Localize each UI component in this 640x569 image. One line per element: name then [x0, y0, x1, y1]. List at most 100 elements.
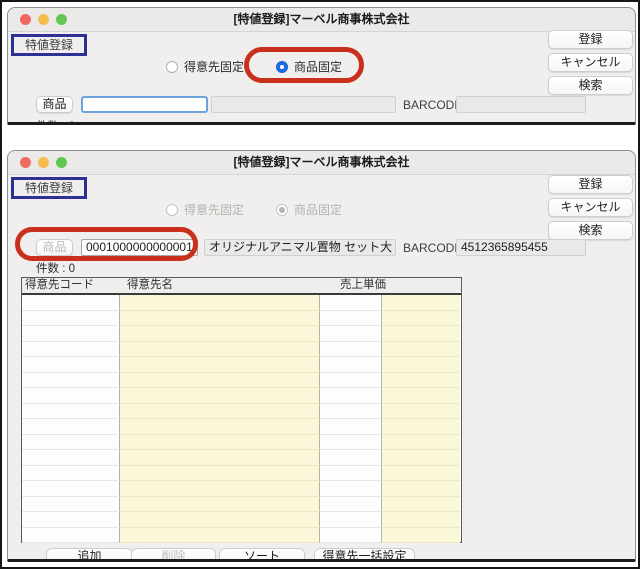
table-cell[interactable] — [120, 295, 320, 311]
radio-circle-icon[interactable] — [166, 61, 178, 73]
table-cell[interactable] — [382, 373, 460, 389]
table-cell[interactable] — [22, 373, 120, 389]
table-row[interactable] — [22, 512, 461, 528]
table-cell[interactable] — [320, 357, 382, 373]
add-button[interactable]: 追加 — [46, 548, 133, 562]
table-cell[interactable] — [320, 435, 382, 451]
table-cell[interactable] — [382, 512, 460, 528]
register-button[interactable]: 登録 — [548, 175, 633, 194]
table-cell[interactable] — [120, 528, 320, 544]
close-icon[interactable] — [20, 14, 31, 25]
minimize-icon[interactable] — [38, 157, 49, 168]
table-cell[interactable] — [320, 497, 382, 513]
table-cell[interactable] — [320, 404, 382, 420]
table-cell[interactable] — [382, 388, 460, 404]
table-cell[interactable] — [120, 326, 320, 342]
table-row[interactable] — [22, 450, 461, 466]
table-cell[interactable] — [22, 497, 120, 513]
table-row[interactable] — [22, 373, 461, 389]
table-cell[interactable] — [320, 326, 382, 342]
table-cell[interactable] — [22, 311, 120, 327]
table-cell[interactable] — [382, 497, 460, 513]
table-cell[interactable] — [382, 326, 460, 342]
table-row[interactable] — [22, 295, 461, 311]
search-button[interactable]: 検索 — [548, 221, 633, 240]
register-button[interactable]: 登録 — [548, 30, 633, 49]
table-cell[interactable] — [320, 528, 382, 544]
table-cell[interactable] — [22, 388, 120, 404]
table-cell[interactable] — [382, 342, 460, 358]
table-cell[interactable] — [320, 481, 382, 497]
table-cell[interactable] — [382, 466, 460, 482]
zoom-icon[interactable] — [56, 157, 67, 168]
table-cell[interactable] — [382, 435, 460, 451]
table-row[interactable] — [22, 497, 461, 513]
sort-button[interactable]: ソート — [219, 548, 305, 562]
product-code-input[interactable] — [81, 96, 208, 113]
table-row[interactable] — [22, 528, 461, 544]
table-cell[interactable] — [120, 388, 320, 404]
table-cell[interactable] — [382, 404, 460, 420]
table-row[interactable] — [22, 357, 461, 373]
table-cell[interactable] — [22, 435, 120, 451]
table-cell[interactable] — [320, 512, 382, 528]
table-cell[interactable] — [382, 357, 460, 373]
table-row[interactable] — [22, 326, 461, 342]
close-icon[interactable] — [20, 157, 31, 168]
table-cell[interactable] — [22, 450, 120, 466]
customer-batch-set-button[interactable]: 得意先一括設定 — [314, 548, 415, 562]
table-row[interactable] — [22, 404, 461, 420]
table-cell[interactable] — [382, 419, 460, 435]
table-cell[interactable] — [22, 528, 120, 544]
table-cell[interactable] — [120, 512, 320, 528]
table-cell[interactable] — [320, 342, 382, 358]
table-cell[interactable] — [120, 404, 320, 420]
table-row[interactable] — [22, 435, 461, 451]
table-cell[interactable] — [320, 388, 382, 404]
table-cell[interactable] — [320, 466, 382, 482]
search-button[interactable]: 検索 — [548, 76, 633, 95]
product-button[interactable]: 商品 — [36, 96, 73, 113]
table-cell[interactable] — [22, 404, 120, 420]
table-cell[interactable] — [120, 466, 320, 482]
table-cell[interactable] — [120, 450, 320, 466]
table-cell[interactable] — [120, 497, 320, 513]
table-row[interactable] — [22, 342, 461, 358]
table-cell[interactable] — [22, 512, 120, 528]
table-cell[interactable] — [120, 357, 320, 373]
table-cell[interactable] — [320, 419, 382, 435]
table-cell[interactable] — [320, 450, 382, 466]
table-cell[interactable] — [120, 373, 320, 389]
table-cell[interactable] — [120, 311, 320, 327]
table-cell[interactable] — [382, 450, 460, 466]
table-cell[interactable] — [22, 295, 120, 311]
table-cell[interactable] — [382, 295, 460, 311]
table-row[interactable] — [22, 481, 461, 497]
table-cell[interactable] — [22, 481, 120, 497]
table-cell[interactable] — [120, 419, 320, 435]
table-cell[interactable] — [22, 357, 120, 373]
table-cell[interactable] — [22, 466, 120, 482]
table-cell[interactable] — [382, 528, 460, 544]
table-cell[interactable] — [22, 342, 120, 358]
table-cell[interactable] — [320, 295, 382, 311]
table-cell[interactable] — [22, 419, 120, 435]
table-cell[interactable] — [22, 326, 120, 342]
table-cell[interactable] — [382, 311, 460, 327]
table-cell[interactable] — [320, 311, 382, 327]
cancel-button[interactable]: キャンセル — [548, 53, 633, 72]
zoom-icon[interactable] — [56, 14, 67, 25]
table-cell[interactable] — [120, 481, 320, 497]
window-title: [特値登録]マーベル商事株式会社 — [68, 8, 575, 31]
table-row[interactable] — [22, 388, 461, 404]
table-cell[interactable] — [320, 373, 382, 389]
table-cell[interactable] — [382, 481, 460, 497]
table-row[interactable] — [22, 419, 461, 435]
table-row[interactable] — [22, 311, 461, 327]
cancel-button[interactable]: キャンセル — [548, 198, 633, 217]
radio-customer-fixed[interactable]: 得意先固定 — [166, 58, 244, 75]
table-cell[interactable] — [120, 342, 320, 358]
table-row[interactable] — [22, 466, 461, 482]
table-cell[interactable] — [120, 435, 320, 451]
minimize-icon[interactable] — [38, 14, 49, 25]
